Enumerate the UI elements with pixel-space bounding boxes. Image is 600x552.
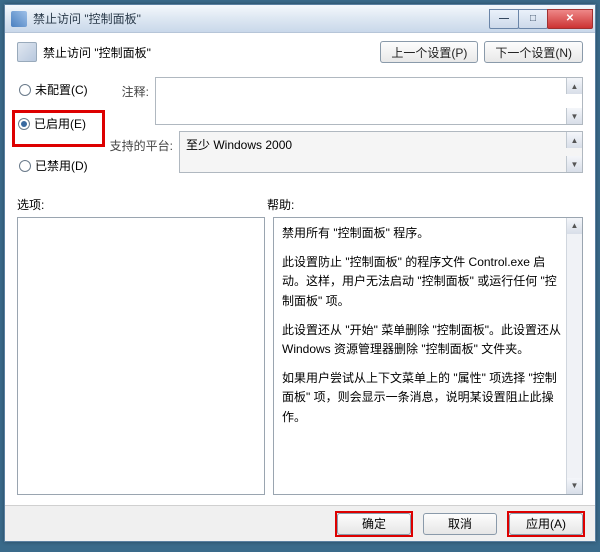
scroll-down-icon[interactable]: ▼ <box>566 156 582 172</box>
scroll-up-icon[interactable]: ▲ <box>567 218 582 234</box>
platform-text: 至少 Windows 2000 <box>186 138 292 152</box>
help-pane: 禁用所有 "控制面板" 程序。 此设置防止 "控制面板" 的程序文件 Contr… <box>273 217 583 495</box>
radio-label: 已禁用(D) <box>35 157 88 174</box>
window-title: 禁止访问 "控制面板" <box>33 10 490 27</box>
highlight-ok: 确定 <box>335 511 413 537</box>
prev-setting-button[interactable]: 上一个设置(P) <box>380 41 478 63</box>
minimize-button[interactable]: — <box>489 9 519 29</box>
scroll-up-icon[interactable]: ▲ <box>566 132 582 148</box>
maximize-button[interactable]: □ <box>518 9 548 29</box>
radio-disabled[interactable]: 已禁用(D) <box>17 155 105 176</box>
options-label: 选项: <box>17 196 267 213</box>
help-text: 如果用户尝试从上下文菜单上的 "属性" 项选择 "控制面板" 项，则会显示一条消… <box>282 369 564 427</box>
cancel-button[interactable]: 取消 <box>423 513 497 535</box>
help-text: 此设置还从 "开始" 菜单删除 "控制面板"。此设置还从 Windows 资源管… <box>282 321 564 359</box>
radio-icon <box>19 160 31 172</box>
radio-not-configured[interactable]: 未配置(C) <box>17 79 105 100</box>
dialog-footer: 确定 取消 应用(A) <box>5 505 595 541</box>
help-text: 禁用所有 "控制面板" 程序。 <box>282 224 564 243</box>
apply-button[interactable]: 应用(A) <box>509 513 583 535</box>
scrollbar[interactable]: ▲ ▼ <box>566 218 582 494</box>
next-setting-button[interactable]: 下一个设置(N) <box>484 41 583 63</box>
ok-button[interactable]: 确定 <box>337 513 411 535</box>
options-pane <box>17 217 265 495</box>
app-icon <box>11 11 27 27</box>
scroll-down-icon[interactable]: ▼ <box>566 108 582 124</box>
titlebar[interactable]: 禁止访问 "控制面板" — □ ✕ <box>5 5 595 33</box>
radio-enabled[interactable]: 已启用(E) <box>16 113 100 134</box>
radio-label: 未配置(C) <box>35 81 88 98</box>
close-button[interactable]: ✕ <box>547 9 593 29</box>
policy-title: 禁止访问 "控制面板" <box>43 44 380 61</box>
scroll-down-icon[interactable]: ▼ <box>567 478 582 494</box>
help-text: 此设置防止 "控制面板" 的程序文件 Control.exe 启动。这样，用户无… <box>282 253 564 311</box>
dialog-window: 禁止访问 "控制面板" — □ ✕ 禁止访问 "控制面板" 上一个设置(P) 下… <box>4 4 596 542</box>
policy-icon <box>17 42 37 62</box>
scroll-up-icon[interactable]: ▲ <box>566 78 582 94</box>
help-label: 帮助: <box>267 196 583 213</box>
radio-label: 已启用(E) <box>34 115 86 132</box>
comment-textarea[interactable]: ▲ ▼ <box>155 77 583 125</box>
highlight-enabled: 已启用(E) <box>12 110 105 147</box>
radio-icon <box>18 118 30 130</box>
platform-label: 支持的平台: <box>105 131 179 154</box>
platform-box: 至少 Windows 2000 ▲ ▼ <box>179 131 583 173</box>
comment-label: 注释: <box>105 77 155 100</box>
radio-icon <box>19 84 31 96</box>
dialog-content: 禁止访问 "控制面板" 上一个设置(P) 下一个设置(N) 未配置(C) 已启用… <box>5 33 595 505</box>
highlight-apply: 应用(A) <box>507 511 585 537</box>
